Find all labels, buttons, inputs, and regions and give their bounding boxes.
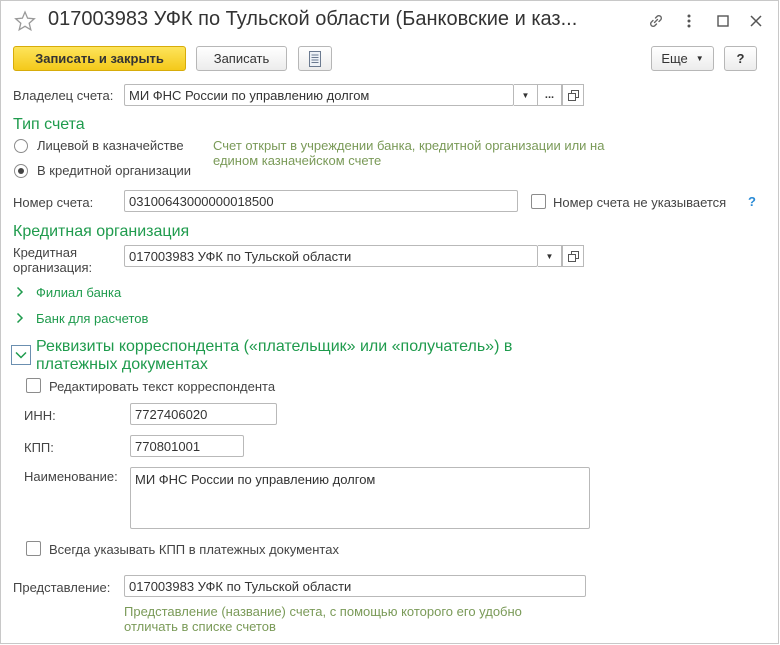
credit-org-heading: Кредитная организация bbox=[13, 223, 190, 240]
always-kpp-checkbox[interactable] bbox=[26, 541, 41, 556]
settlement-bank-group[interactable]: Банк для расчетов bbox=[36, 311, 148, 326]
radio-credit-org[interactable] bbox=[14, 164, 28, 178]
owner-select-button[interactable]: ... bbox=[538, 84, 562, 106]
help-button[interactable]: ? bbox=[724, 46, 757, 71]
account-type-hint: Счет открыт в учреждении банка, кредитно… bbox=[213, 138, 605, 168]
help-icon[interactable]: ? bbox=[748, 194, 756, 209]
save-button[interactable]: Записать bbox=[196, 46, 287, 71]
account-type-heading: Тип счета bbox=[13, 116, 85, 133]
always-kpp-label[interactable]: Всегда указывать КПП в платежных докумен… bbox=[49, 542, 339, 557]
dropdown-arrow-icon: ▼ bbox=[695, 54, 704, 63]
radio-treasury-label[interactable]: Лицевой в казначействе bbox=[37, 138, 184, 153]
inn-input[interactable]: 7727406020 bbox=[130, 403, 277, 425]
kpp-label: КПП: bbox=[24, 440, 54, 455]
open-icon bbox=[567, 250, 579, 262]
chevron-down-icon bbox=[15, 351, 27, 359]
owner-label: Владелец счета: bbox=[13, 88, 114, 103]
credit-org-dropdown-button[interactable]: ▼ bbox=[538, 245, 562, 267]
representation-hint-line2: отличать в списке счетов bbox=[124, 619, 276, 634]
inn-label: ИНН: bbox=[24, 408, 56, 423]
link-icon[interactable] bbox=[645, 10, 667, 32]
credit-org-input[interactable]: 017003983 УФК по Тульской области bbox=[124, 245, 538, 267]
correspondent-heading-line1: Реквизиты корреспондента («плательщик» и… bbox=[36, 338, 513, 355]
correspondent-heading-line2: платежных документах bbox=[36, 356, 208, 373]
radio-credit-org-label[interactable]: В кредитной организации bbox=[37, 163, 191, 178]
open-icon bbox=[567, 89, 579, 101]
star-icon[interactable] bbox=[14, 10, 36, 32]
correspondent-collapse-button[interactable] bbox=[11, 345, 31, 365]
account-number-not-specified-label[interactable]: Номер счета не указывается bbox=[553, 195, 726, 210]
account-number-not-specified-checkbox[interactable] bbox=[531, 194, 546, 209]
more-button[interactable]: Еще ▼ bbox=[651, 46, 714, 71]
report-icon bbox=[309, 50, 321, 67]
chevron-right-icon[interactable] bbox=[16, 286, 24, 298]
name-textarea[interactable]: МИ ФНС России по управлению долгом bbox=[130, 467, 590, 529]
representation-label: Представление: bbox=[13, 580, 111, 595]
credit-org-open-button[interactable] bbox=[562, 245, 584, 267]
more-vertical-icon[interactable] bbox=[678, 10, 700, 32]
save-and-close-button[interactable]: Записать и закрыть bbox=[13, 46, 186, 71]
name-label: Наименование: bbox=[24, 469, 118, 484]
branch-bank-group[interactable]: Филиал банка bbox=[36, 285, 121, 300]
chevron-right-icon[interactable] bbox=[16, 312, 24, 324]
credit-org-label-line2: организация: bbox=[13, 260, 93, 275]
owner-dropdown-button[interactable]: ▼ bbox=[514, 84, 538, 106]
owner-open-button[interactable] bbox=[562, 84, 584, 106]
radio-treasury[interactable] bbox=[14, 139, 28, 153]
kpp-input[interactable]: 770801001 bbox=[130, 435, 244, 457]
credit-org-label-line1: Кредитная bbox=[13, 245, 77, 260]
chevron-down-icon: ▼ bbox=[545, 251, 554, 261]
maximize-icon[interactable] bbox=[712, 10, 734, 32]
report-button[interactable] bbox=[298, 46, 332, 71]
window-title: 017003983 УФК по Тульской области (Банко… bbox=[48, 8, 578, 30]
edit-correspondent-text-checkbox[interactable] bbox=[26, 378, 41, 393]
account-number-label: Номер счета: bbox=[13, 195, 94, 210]
chevron-down-icon: ▼ bbox=[521, 90, 530, 100]
account-number-input[interactable]: 03100643000000018500 bbox=[124, 190, 518, 212]
representation-hint-line1: Представление (название) счета, с помощь… bbox=[124, 604, 522, 619]
representation-input[interactable]: 017003983 УФК по Тульской области bbox=[124, 575, 586, 597]
owner-input[interactable]: МИ ФНС России по управлению долгом bbox=[124, 84, 514, 106]
close-icon[interactable] bbox=[745, 10, 767, 32]
more-button-label: Еще bbox=[661, 51, 688, 66]
edit-correspondent-text-label[interactable]: Редактировать текст корреспондента bbox=[49, 379, 275, 394]
